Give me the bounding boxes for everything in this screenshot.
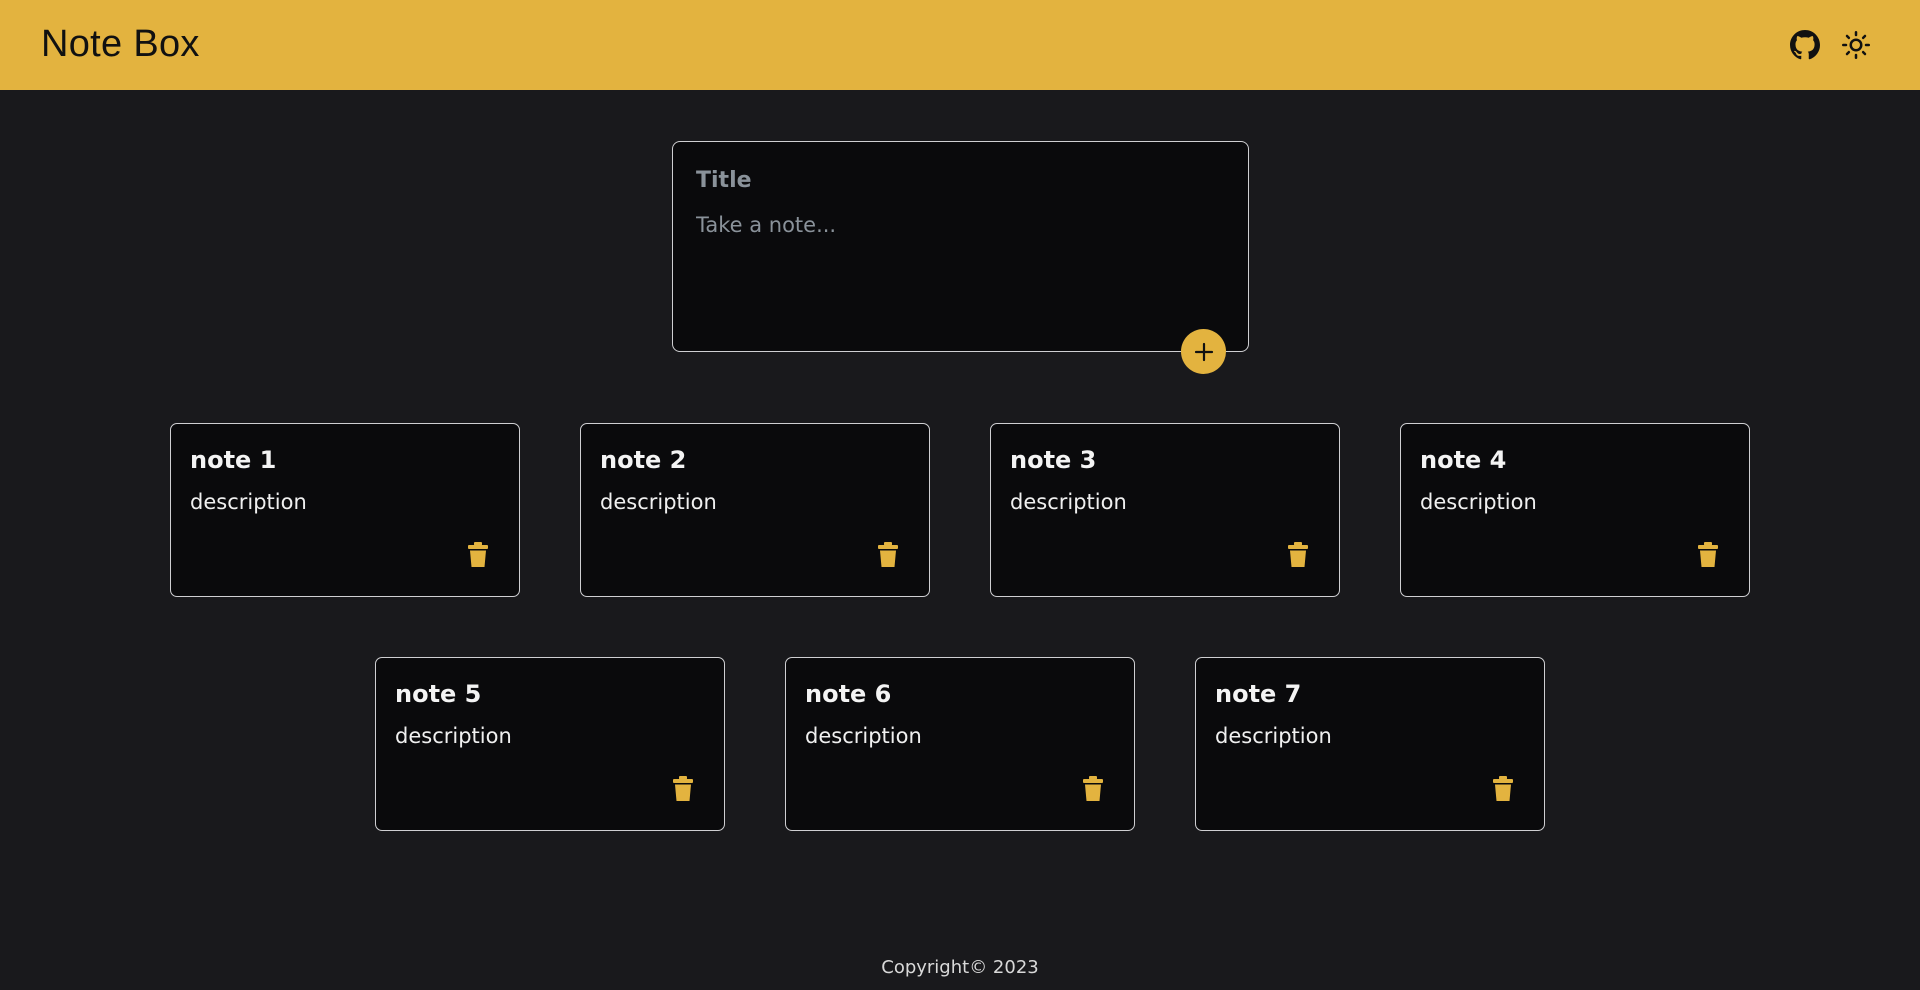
trash-icon[interactable] (672, 776, 694, 802)
trash-icon[interactable] (1287, 542, 1309, 568)
note-description: description (395, 724, 512, 748)
note-description: description (1420, 490, 1537, 514)
note-card: note 2 description (580, 423, 930, 597)
note-description: description (600, 490, 717, 514)
trash-icon[interactable] (1697, 542, 1719, 568)
note-card: note 3 description (990, 423, 1340, 597)
note-composer (672, 141, 1249, 374)
note-description: description (190, 490, 307, 514)
note-title: note 7 (1215, 680, 1302, 708)
sun-icon (1841, 30, 1871, 60)
note-card: note 1 description (170, 423, 520, 597)
note-title: note 1 (190, 446, 277, 474)
github-button[interactable] (1788, 28, 1822, 62)
trash-icon[interactable] (1082, 776, 1104, 802)
note-description: description (1010, 490, 1127, 514)
note-card: note 4 description (1400, 423, 1750, 597)
app-header: Note Box (0, 0, 1920, 90)
note-card: note 5 description (375, 657, 725, 831)
note-title: note 5 (395, 680, 482, 708)
title-input[interactable] (696, 168, 1216, 193)
note-title: note 2 (600, 446, 687, 474)
trash-icon[interactable] (1492, 776, 1514, 802)
app-title: Note Box (41, 23, 200, 65)
note-description: description (805, 724, 922, 748)
note-card: note 6 description (785, 657, 1135, 831)
note-title: note 6 (805, 680, 892, 708)
note-input[interactable] (696, 213, 1216, 323)
add-note-button[interactable] (1181, 329, 1226, 374)
note-title: note 3 (1010, 446, 1097, 474)
plus-icon (1194, 342, 1213, 361)
note-title: note 4 (1420, 446, 1507, 474)
trash-icon[interactable] (877, 542, 899, 568)
github-icon (1790, 30, 1820, 60)
copyright-footer: Copyright© 2023 (881, 957, 1039, 978)
note-description: description (1215, 724, 1332, 748)
trash-icon[interactable] (467, 542, 489, 568)
note-card: note 7 description (1195, 657, 1545, 831)
theme-toggle-button[interactable] (1839, 28, 1873, 62)
